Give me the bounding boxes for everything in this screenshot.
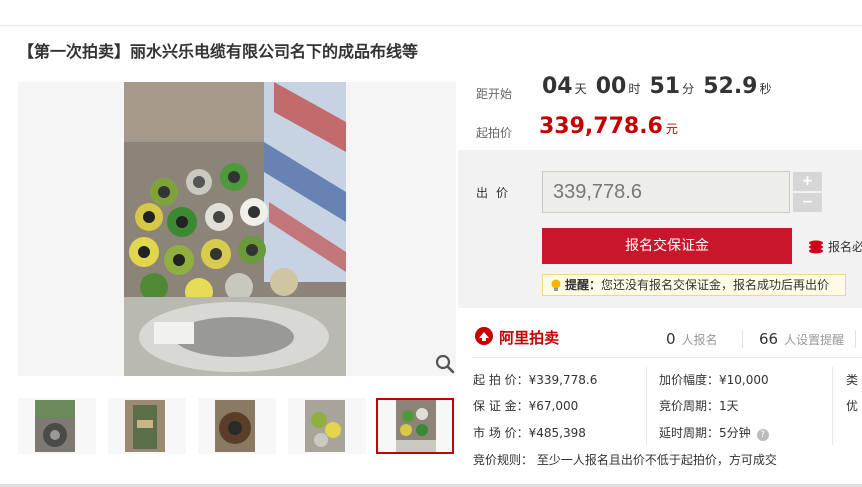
decrease-button[interactable]: − — [793, 193, 822, 212]
countdown-timer: 04 天 00 时 51 分 52.9 秒 — [542, 74, 776, 99]
detail-start-price: 起 拍 价：¥339,778.6 — [473, 373, 598, 387]
thumbnail[interactable] — [288, 398, 366, 454]
start-price-label: 起拍价 — [476, 126, 513, 140]
stat-divider — [742, 330, 743, 348]
detail-increment: 加价幅度：¥10,000 — [659, 373, 769, 387]
page-title: 【第一次拍卖】丽水兴乐电缆有限公司名下的成品布线等 — [18, 42, 419, 61]
start-price-value: 339,778.6 — [539, 114, 663, 139]
hours-unit: 时 — [628, 82, 641, 96]
detail-delay-text: 延时周期：5分钟 — [659, 426, 751, 440]
countdown-hours: 00 — [595, 74, 627, 99]
registered-label: 人报名 — [681, 333, 718, 347]
bidding-rule: 竞价规则： 至少一人报名且出价不低于起拍价，方可成交 — [473, 453, 777, 467]
coins-icon — [809, 240, 823, 254]
thumbnail[interactable] — [198, 398, 276, 454]
ali-auction-icon — [475, 327, 493, 345]
thumbnail[interactable] — [108, 398, 186, 454]
zoom-icon[interactable] — [435, 354, 455, 374]
register-link-text: 报名必 — [828, 240, 862, 254]
countdown-label: 距开始 — [476, 87, 513, 101]
ali-auction-logo: 阿里拍卖 — [474, 326, 559, 350]
minutes-unit: 分 — [682, 82, 695, 96]
countdown-days: 04 — [542, 74, 573, 99]
detail-col3-b: 优 — [846, 399, 859, 413]
registered-count: 0 — [666, 330, 676, 348]
main-image[interactable] — [18, 82, 456, 376]
countdown-seconds: 52.9 — [703, 74, 758, 99]
column-divider — [832, 367, 833, 445]
divider — [472, 357, 862, 358]
register-deposit-button[interactable]: 报名交保证金 — [542, 228, 792, 264]
detail-deposit: 保 证 金：¥67,000 — [473, 399, 579, 413]
tip-heading: 提醒： — [565, 278, 602, 292]
lightbulb-icon — [551, 279, 561, 291]
reminder-label: 人设置提醒 — [784, 333, 845, 347]
cable-photo — [124, 82, 346, 376]
days-unit: 天 — [574, 82, 587, 96]
detail-delay: 延时周期：5分钟? — [659, 424, 769, 441]
seconds-unit: 秒 — [759, 82, 772, 96]
countdown-minutes: 51 — [649, 74, 681, 99]
ali-auction-text: 阿里拍卖 — [499, 329, 560, 347]
thumbnail[interactable] — [18, 398, 96, 454]
detail-market-price: 市 场 价：¥485,398 — [473, 426, 586, 440]
reminder-stat: 66 人设置提醒 — [759, 330, 844, 348]
register-link[interactable]: 报名必 — [808, 238, 862, 255]
bid-amount-input[interactable] — [542, 171, 790, 213]
thumbnail-strip — [18, 398, 458, 454]
help-icon[interactable]: ? — [756, 429, 769, 441]
column-divider — [646, 367, 647, 445]
detail-cycle: 竞价周期：1天 — [659, 399, 739, 413]
bid-label: 出价 — [476, 186, 517, 200]
increase-button[interactable]: + — [793, 172, 822, 191]
stat-divider — [855, 330, 856, 348]
thumbnail-active[interactable] — [376, 398, 454, 454]
tip-text: 您还没有报名交保证金，报名成功后再出价 — [601, 278, 830, 292]
top-bar — [0, 0, 862, 26]
detail-col3-a: 类 — [846, 373, 859, 387]
start-price-currency: 元 — [665, 122, 678, 136]
reminder-tip: 提醒：您还没有报名交保证金，报名成功后再出价 — [542, 274, 846, 296]
start-price: 339,778.6 元 — [539, 114, 678, 139]
registered-stat: 0 人报名 — [666, 330, 718, 348]
reminder-count: 66 — [759, 330, 779, 348]
